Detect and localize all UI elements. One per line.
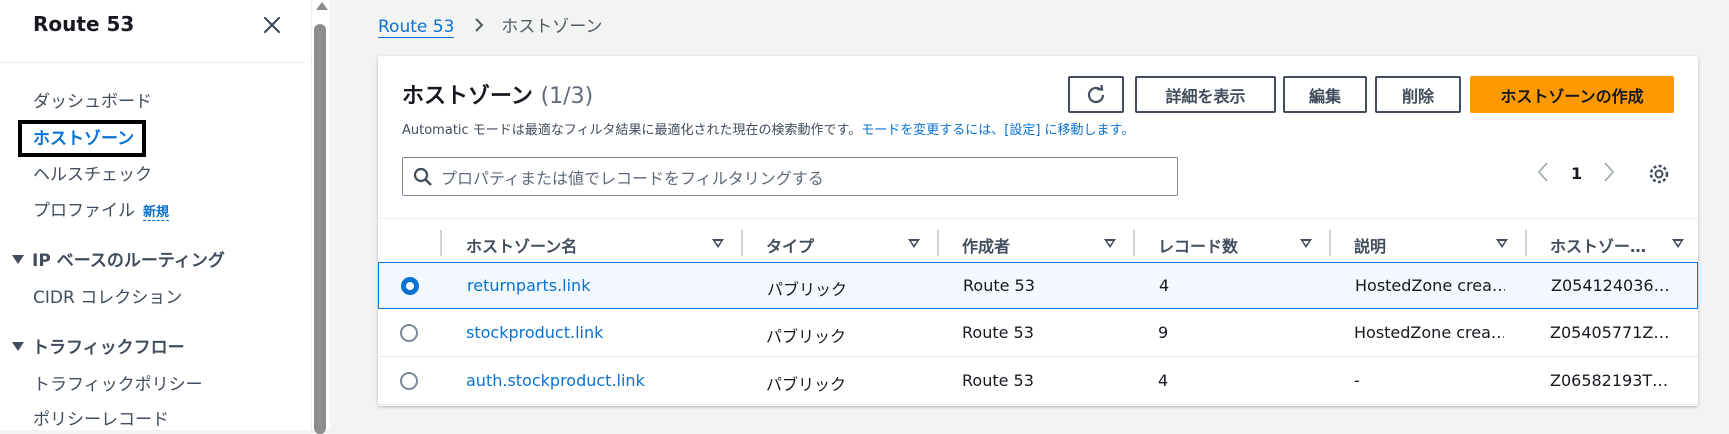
sidebar-title: Route 53 — [33, 12, 135, 36]
cell-type: パブリック — [767, 280, 848, 299]
refresh-icon — [1087, 84, 1105, 103]
column-divider[interactable] — [741, 230, 743, 256]
create-hosted-zone-button[interactable]: ホストゾーンの作成 — [1470, 76, 1674, 113]
column-header-hosted-zone-id[interactable]: ホストゾー… — [1550, 233, 1646, 257]
sidebar-item-dashboard[interactable]: ダッシュボード — [33, 87, 152, 112]
cell-record-count: 4 — [1159, 276, 1170, 295]
view-details-button[interactable]: 詳細を表示 — [1135, 76, 1276, 113]
hosted-zone-name-link[interactable]: auth.stockproduct.link — [466, 371, 645, 390]
sidebar-divider — [0, 62, 305, 63]
cell-description: HostedZone crea… — [1355, 276, 1505, 295]
sort-icon[interactable] — [1496, 239, 1508, 248]
selection-count: (1/3) — [540, 84, 594, 109]
cell-creator: Route 53 — [962, 323, 1034, 342]
current-page[interactable]: 1 — [1571, 164, 1582, 183]
next-page-icon[interactable] — [1602, 160, 1616, 188]
cell-record-count: 9 — [1158, 323, 1169, 342]
caret-down-icon — [12, 342, 24, 351]
column-header-name[interactable]: ホストゾーン名 — [466, 233, 577, 257]
hosted-zones-panel: ホストゾーン (1/3) Automatic モードは最適なフィルタ結果に最適化… — [378, 56, 1698, 406]
row-radio-button[interactable] — [401, 277, 419, 295]
column-divider[interactable] — [1525, 230, 1527, 256]
chevron-right-icon — [474, 17, 484, 37]
delete-button[interactable]: 削除 — [1375, 76, 1461, 113]
sidebar-item-policy-records[interactable]: ポリシーレコード — [33, 405, 169, 430]
sort-icon[interactable] — [1672, 239, 1684, 248]
cell-hosted-zone-id: Z06582193T… — [1550, 371, 1669, 390]
cell-creator: Route 53 — [962, 371, 1034, 390]
column-header-record-count[interactable]: レコード数 — [1158, 233, 1238, 257]
section-label: トラフィックフロー — [32, 338, 185, 358]
sort-icon[interactable] — [1300, 239, 1312, 248]
column-divider[interactable] — [1133, 230, 1135, 256]
table-row[interactable]: returnparts.link パブリック Route 53 4 Hosted… — [378, 262, 1698, 309]
side-navigation: Route 53 ダッシュボード ホストゾーン ヘルスチェック プロファイル 新規… — [0, 0, 312, 430]
table-row[interactable]: stockproduct.link パブリック Route 53 9 Hoste… — [378, 310, 1698, 357]
hosted-zone-name-link[interactable]: returnparts.link — [467, 276, 590, 295]
sort-icon[interactable] — [712, 239, 724, 248]
sort-icon[interactable] — [1104, 239, 1116, 248]
sidebar-item-label: プロファイル — [33, 201, 135, 221]
cell-hosted-zone-id: Z054124036… — [1551, 276, 1670, 295]
edit-button[interactable]: 編集 — [1283, 76, 1367, 113]
description-text: Automatic モードは最適なフィルタ結果に最適化された現在の検索動作です。 — [402, 123, 862, 138]
cell-description: HostedZone crea… — [1354, 323, 1504, 342]
sidebar-item-health-checks[interactable]: ヘルスチェック — [33, 160, 152, 185]
focus-ring — [18, 120, 146, 157]
breadcrumb-current: ホストゾーン — [501, 17, 603, 37]
cell-type: パブリック — [766, 327, 847, 346]
scrollbar-thumb[interactable] — [314, 24, 326, 434]
cell-description: - — [1354, 371, 1360, 390]
sidebar-item-traffic-policies[interactable]: トラフィックポリシー — [33, 370, 203, 395]
previous-page-icon[interactable] — [1536, 160, 1550, 188]
search-input[interactable]: プロパティまたは値でレコードをフィルタリングする — [402, 157, 1178, 196]
search-placeholder: プロパティまたは値でレコードをフィルタリングする — [441, 168, 824, 188]
sidebar-section-ip-routing[interactable]: IP ベースのルーティング — [12, 246, 225, 271]
column-header-type[interactable]: タイプ — [766, 233, 814, 257]
column-divider — [440, 230, 442, 256]
table-row[interactable]: auth.stockproduct.link パブリック Route 53 4 … — [378, 358, 1698, 405]
gear-icon[interactable] — [1648, 163, 1670, 189]
sidebar-section-traffic-flow[interactable]: トラフィックフロー — [12, 333, 185, 358]
refresh-button[interactable] — [1068, 76, 1124, 113]
row-radio-button[interactable] — [400, 372, 418, 390]
sidebar-item-profiles[interactable]: プロファイル 新規 — [33, 196, 170, 221]
cell-hosted-zone-id: Z05405771Z… — [1550, 323, 1670, 342]
sidebar-item-cidr-collections[interactable]: CIDR コレクション — [33, 283, 182, 308]
new-badge: 新規 — [143, 205, 170, 221]
column-divider[interactable] — [1329, 230, 1331, 256]
breadcrumb-route53-link[interactable]: Route 53 — [378, 17, 455, 38]
sort-icon[interactable] — [908, 239, 920, 248]
hosted-zone-name-link[interactable]: stockproduct.link — [466, 323, 603, 342]
scroll-up-arrow-icon[interactable] — [316, 2, 328, 10]
close-icon[interactable] — [258, 11, 286, 39]
column-header-creator[interactable]: 作成者 — [962, 233, 1010, 257]
column-divider[interactable] — [937, 230, 939, 256]
panel-title-text: ホストゾーン — [402, 84, 533, 109]
section-label: IP ベースのルーティング — [32, 251, 225, 271]
search-icon — [413, 167, 432, 186]
panel-description: Automatic モードは最適なフィルタ結果に最適化された現在の検索動作です。… — [402, 119, 1134, 138]
cell-creator: Route 53 — [963, 276, 1035, 295]
column-header-description[interactable]: 説明 — [1354, 233, 1386, 257]
caret-down-icon — [12, 255, 24, 264]
panel-title: ホストゾーン (1/3) — [402, 78, 593, 110]
cell-type: パブリック — [766, 375, 847, 394]
cell-record-count: 4 — [1158, 371, 1169, 390]
settings-link[interactable]: モードを変更するには、[設定] に移動します。 — [861, 123, 1134, 138]
row-radio-button[interactable] — [400, 324, 418, 342]
breadcrumb: Route 53 ホストゾーン — [378, 12, 603, 38]
